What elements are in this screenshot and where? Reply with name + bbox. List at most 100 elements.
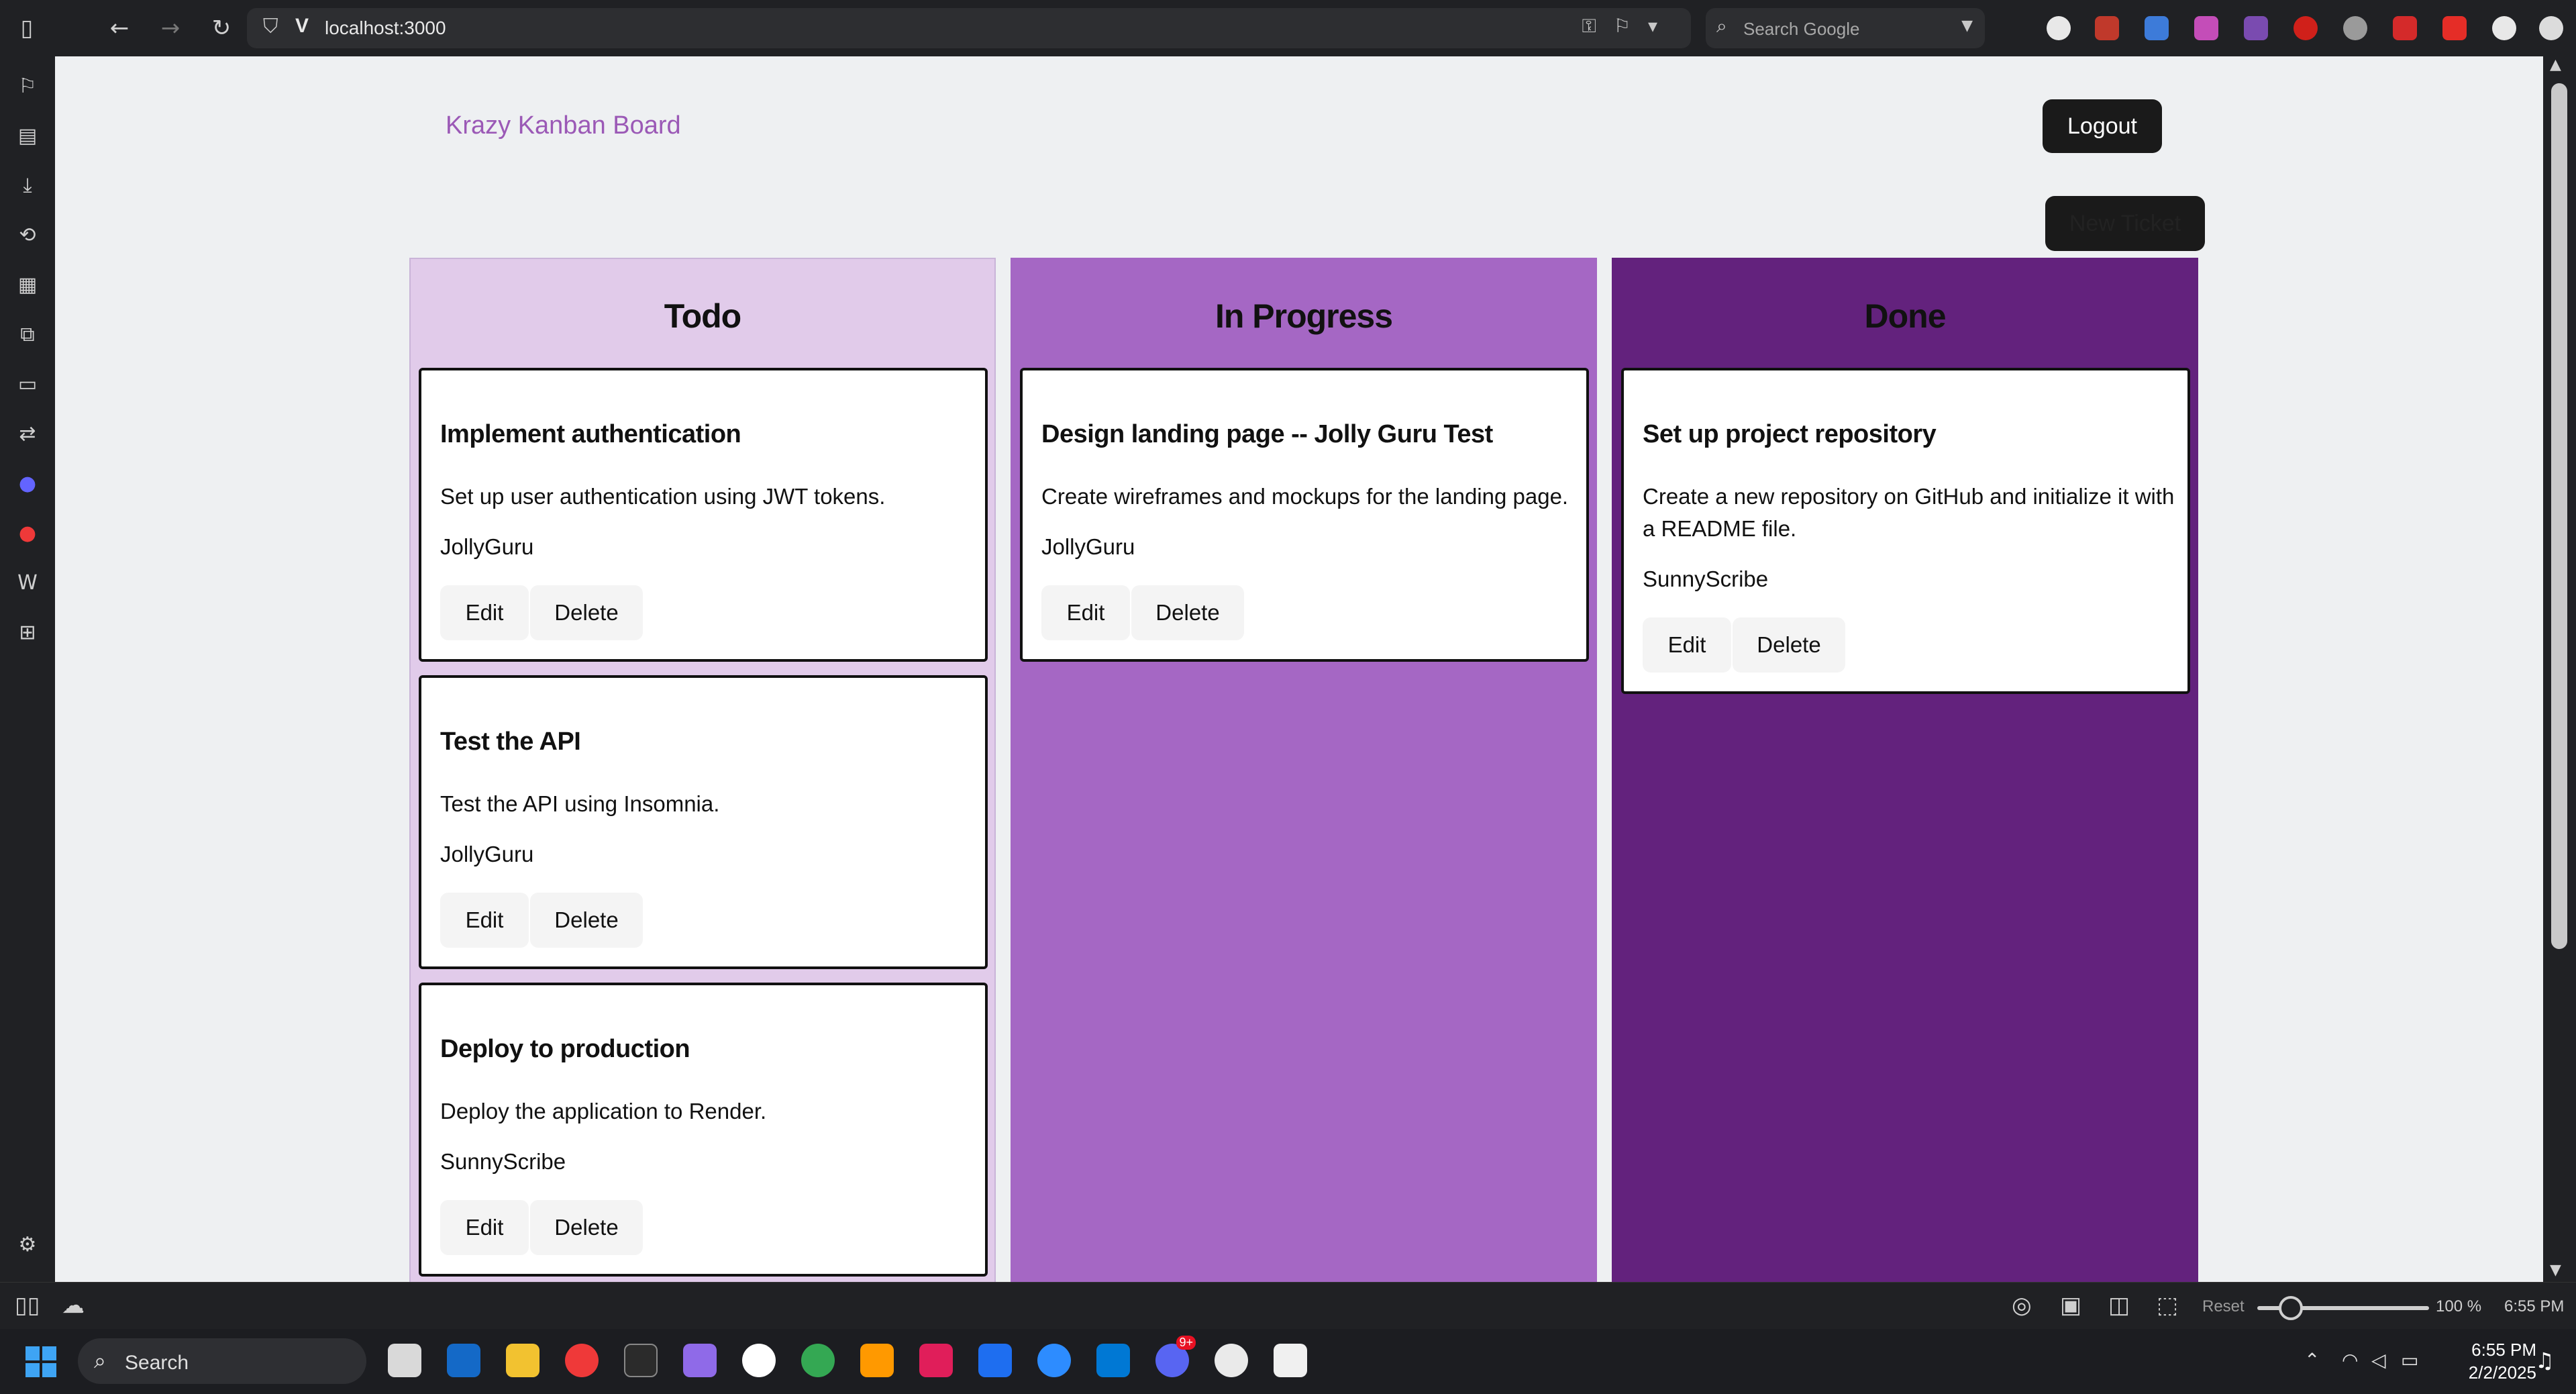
delete-button[interactable]: Delete <box>1733 617 1845 673</box>
search-box[interactable]: ⌕ Search Google ▼ <box>1706 8 1985 48</box>
volume-icon[interactable]: ◁ <box>2371 1349 2386 1371</box>
app-icon[interactable] <box>978 1344 1012 1377</box>
extension-icon[interactable] <box>2145 16 2169 40</box>
outlook-icon[interactable] <box>447 1344 480 1377</box>
mastodon-icon[interactable]: ● <box>13 470 42 498</box>
translate-icon[interactable]: ⧉ <box>13 321 42 349</box>
ticket-assignee: JollyGuru <box>1041 534 1135 559</box>
clock-app-icon[interactable] <box>1215 1344 1248 1377</box>
ticket-title: Deploy to production <box>440 1035 690 1063</box>
zoom-reset-button[interactable]: Reset <box>2202 1297 2245 1316</box>
reload-icon[interactable]: ↻ <box>207 13 236 43</box>
url-text[interactable]: localhost:3000 <box>325 17 446 39</box>
ublock-icon[interactable] <box>2294 16 2318 40</box>
page-scrollbar[interactable]: ▲ ▼ <box>2543 56 2576 1282</box>
edit-button[interactable]: Edit <box>1041 585 1130 640</box>
task-view-icon[interactable] <box>388 1344 421 1377</box>
browser-status-bar: ▯▯ ☁ ◎ ▣ ◫ ⬚ Reset 100 % 6:55 PM <box>0 1282 2576 1329</box>
page-viewport: Krazy Kanban Board Logout New Ticket Tod… <box>55 56 2543 1282</box>
taskbar-clock-date[interactable]: 2/2/2025 <box>2442 1362 2536 1383</box>
edit-button[interactable]: Edit <box>440 893 529 948</box>
delete-button[interactable]: Delete <box>530 893 643 948</box>
reading-list-icon[interactable]: ▤ <box>13 122 42 150</box>
slack-icon[interactable] <box>919 1344 953 1377</box>
discord-icon[interactable]: 9+ <box>1155 1336 1196 1377</box>
wikipedia-icon[interactable]: W <box>13 569 42 597</box>
ticket-title: Set up project repository <box>1643 420 1937 448</box>
shield-icon[interactable]: ⛉ <box>263 15 278 38</box>
taskbar-search[interactable]: ⌕ Search <box>78 1338 366 1384</box>
history-icon[interactable]: ⟲ <box>13 221 42 250</box>
wifi-icon[interactable]: ◠ <box>2342 1349 2358 1371</box>
ticket-description: Test the API using Insomnia. <box>440 791 720 816</box>
app-icon[interactable] <box>860 1344 894 1377</box>
edit-button[interactable]: Edit <box>440 585 529 640</box>
ticket-assignee: SunnyScribe <box>1643 566 1769 591</box>
settings-gear-icon[interactable]: ⚙ <box>13 1231 42 1259</box>
extension-icon[interactable] <box>2343 16 2367 40</box>
capture-icon[interactable]: ◎ <box>2012 1292 2032 1319</box>
profile-icon[interactable] <box>2539 16 2563 40</box>
column-in-progress: In Progress Design landing page -- Jolly… <box>1011 258 1597 1282</box>
page-actions-icon[interactable]: ◫ <box>2108 1292 2130 1319</box>
image-toggle-icon[interactable]: ⬚ <box>2157 1292 2178 1319</box>
bookmark-panel-icon[interactable]: ⚐ <box>13 72 42 101</box>
search-engine-dropdown-icon[interactable]: ▼ <box>1961 17 1973 34</box>
extension-icon[interactable] <box>2095 16 2119 40</box>
chrome-icon[interactable] <box>801 1344 835 1377</box>
address-bar[interactable]: ⛉ V localhost:3000 ⚿⚐▾ <box>247 8 1691 48</box>
add-panel-icon[interactable]: ⊞ <box>13 619 42 647</box>
search-input[interactable]: Search Google <box>1743 19 1859 40</box>
scroll-up-icon[interactable]: ▲ <box>2550 56 2561 73</box>
vscode-icon[interactable] <box>1096 1344 1130 1377</box>
forward-icon[interactable]: → <box>156 13 185 43</box>
panel-toggle-icon[interactable]: ▯ <box>12 13 42 43</box>
column-todo: Todo Implement authentication Set up use… <box>409 258 996 1282</box>
file-explorer-icon[interactable] <box>506 1344 539 1377</box>
extension-icon[interactable] <box>2492 16 2516 40</box>
delete-button[interactable]: Delete <box>530 585 643 640</box>
new-ticket-button[interactable]: New Ticket <box>2045 196 2205 251</box>
vivaldi-icon[interactable]: ● <box>13 519 42 548</box>
logout-button[interactable]: Logout <box>2043 99 2162 153</box>
extension-icon[interactable] <box>2047 16 2071 40</box>
address-bar-actions[interactable]: ⚿⚐▾ <box>1582 15 1675 38</box>
edit-button[interactable]: Edit <box>1643 617 1731 673</box>
extension-icon[interactable] <box>2393 16 2417 40</box>
tiling-icon[interactable]: ▣ <box>2060 1292 2081 1319</box>
ticket-card: Deploy to production Deploy the applicat… <box>419 983 988 1277</box>
scrollbar-thumb[interactable] <box>2551 83 2567 949</box>
back-icon[interactable]: ← <box>105 13 134 43</box>
key-icon[interactable]: ⚿ <box>1582 15 1614 37</box>
youtube-icon[interactable] <box>2442 16 2467 40</box>
ticket-card: Test the API Test the API using Insomnia… <box>419 675 988 969</box>
extension-icon[interactable] <box>2244 16 2268 40</box>
app-icon[interactable] <box>1274 1344 1307 1377</box>
vivaldi-icon[interactable] <box>565 1344 599 1377</box>
edit-button[interactable]: Edit <box>440 1200 529 1255</box>
window-icon[interactable]: ▭ <box>13 370 42 399</box>
ticket-card: Implement authentication Set up user aut… <box>419 368 988 662</box>
download-icon[interactable]: ⤓ <box>13 172 42 200</box>
notification-icon[interactable]: ♫ <box>2535 1348 2555 1373</box>
zoom-slider-handle[interactable] <box>2279 1296 2303 1320</box>
bookmark-icon[interactable]: ⚐ <box>1614 15 1648 37</box>
sync-icon[interactable]: ⇄ <box>13 420 42 448</box>
delete-button[interactable]: Delete <box>530 1200 643 1255</box>
zoom-app-icon[interactable] <box>1037 1344 1071 1377</box>
scroll-down-icon[interactable]: ▼ <box>2550 1262 2561 1279</box>
chevron-down-icon[interactable]: ▾ <box>1648 15 1675 37</box>
windows-start-icon[interactable] <box>25 1346 56 1377</box>
column-title: In Progress <box>1215 297 1393 335</box>
terminal-icon[interactable] <box>624 1344 658 1377</box>
notes-icon[interactable]: ▦ <box>13 271 42 299</box>
panel-toggle-icon[interactable]: ▯▯ <box>15 1292 40 1319</box>
battery-icon[interactable]: ▭ <box>2401 1349 2418 1371</box>
obsidian-icon[interactable] <box>683 1344 717 1377</box>
chevron-up-icon[interactable]: ⌃ <box>2304 1349 2320 1371</box>
extension-icon[interactable] <box>2194 16 2218 40</box>
unreal-engine-icon[interactable] <box>742 1344 776 1377</box>
cloud-sync-icon[interactable]: ☁ <box>62 1292 85 1319</box>
taskbar-clock-time[interactable]: 6:55 PM <box>2456 1340 2536 1360</box>
delete-button[interactable]: Delete <box>1131 585 1244 640</box>
